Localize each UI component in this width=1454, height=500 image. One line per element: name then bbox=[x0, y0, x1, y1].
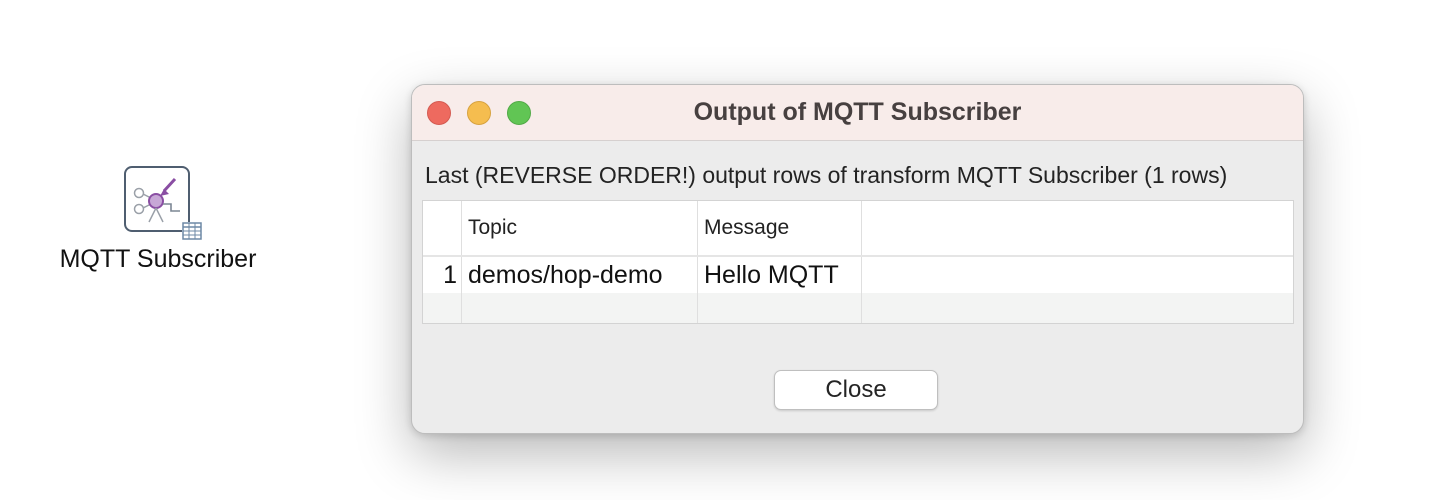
table-preview-icon bbox=[182, 222, 202, 240]
dialog-titlebar[interactable]: Output of MQTT Subscriber bbox=[412, 85, 1303, 141]
mqtt-subscriber-icon[interactable] bbox=[124, 166, 190, 232]
row-number: 1 bbox=[443, 261, 457, 289]
mqtt-subscriber-transform[interactable]: MQTT Subscriber bbox=[40, 165, 280, 285]
output-message: Last (REVERSE ORDER!) output rows of tra… bbox=[425, 162, 1228, 188]
transform-label: MQTT Subscriber bbox=[59, 245, 257, 273]
column-header-message[interactable]: Message bbox=[697, 201, 861, 255]
output-table[interactable]: Topic Message 1 demos/hop-demo Hello MQT… bbox=[422, 200, 1294, 324]
table-row[interactable]: 1 demos/hop-demo Hello MQTT bbox=[423, 257, 1293, 293]
empty-topic-cell bbox=[461, 293, 697, 323]
empty-cell bbox=[861, 257, 1293, 293]
empty-row-number bbox=[423, 293, 461, 323]
row-number-header bbox=[423, 201, 461, 255]
dialog-title: Output of MQTT Subscriber bbox=[693, 98, 1022, 126]
output-dialog: Output of MQTT Subscriber Last (REVERSE … bbox=[411, 84, 1304, 434]
empty-table-row bbox=[423, 293, 1293, 323]
column-header-topic[interactable]: Topic bbox=[461, 201, 697, 255]
empty-rest-cell bbox=[861, 293, 1293, 323]
header-spacer bbox=[861, 201, 1293, 255]
topic-cell[interactable]: demos/hop-demo bbox=[461, 257, 697, 293]
close-button[interactable]: Close bbox=[774, 370, 938, 410]
table-header: Topic Message bbox=[423, 201, 1293, 257]
message-cell[interactable]: Hello MQTT bbox=[697, 257, 861, 293]
empty-message-cell bbox=[697, 293, 861, 323]
